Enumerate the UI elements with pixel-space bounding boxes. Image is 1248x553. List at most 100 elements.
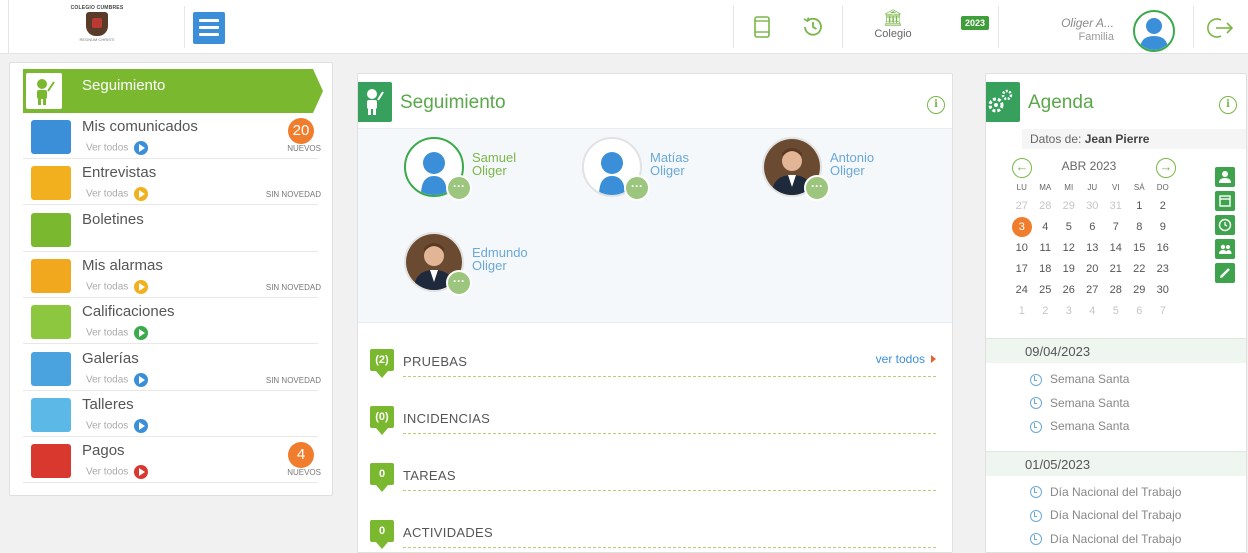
summary-row-incidencias[interactable]: (0) INCIDENCIAS xyxy=(370,399,936,439)
sidebar-item-talleres[interactable]: Talleres Ver todos xyxy=(23,391,318,437)
sidebar-item-sublink[interactable]: Ver todas xyxy=(86,326,149,341)
chat-icon[interactable]: ··· xyxy=(446,270,472,296)
next-month-button[interactable]: → xyxy=(1156,158,1176,178)
tablet-icon[interactable] xyxy=(749,14,775,40)
calendar-day[interactable]: 9 xyxy=(1151,217,1175,238)
sidebar-item-sublink[interactable]: Ver todos xyxy=(86,418,149,433)
info-icon[interactable]: i xyxy=(1219,96,1237,114)
sidebar-item-mis-comunicados[interactable]: Mis comunicados Ver todos NUEVOS 20 xyxy=(23,113,321,159)
year-badge[interactable]: 2023 xyxy=(961,16,990,30)
calendar-button[interactable] xyxy=(1215,191,1235,211)
agenda-event[interactable]: Día Nacional del Trabajo xyxy=(1030,529,1181,549)
calendar-day[interactable]: 5 xyxy=(1104,301,1128,322)
sidebar-item-sublink[interactable]: Ver todos xyxy=(86,141,149,155)
sidebar-item-sublink[interactable]: Ver todas xyxy=(86,187,149,202)
calendar-day[interactable]: 29 xyxy=(1128,280,1152,301)
group-button[interactable] xyxy=(1215,239,1235,259)
calendar-day[interactable]: 4 xyxy=(1034,217,1058,238)
sidebar-item-mis-alarmas[interactable]: Mis alarmas Ver todas SIN NOVEDAD xyxy=(23,252,321,298)
child-name[interactable]: Samuel Oliger xyxy=(472,151,516,177)
calendar-day[interactable]: 27 xyxy=(1081,280,1105,301)
calendar-day[interactable]: 27 xyxy=(1010,196,1034,217)
sidebar-item-sublink[interactable]: Ver todas xyxy=(86,279,149,294)
calendar-day[interactable]: 21 xyxy=(1104,259,1128,280)
school-logo[interactable]: COLEGIO CUMBRES REGNUM CHRISTI xyxy=(70,5,124,49)
calendar-day[interactable]: 11 xyxy=(1034,238,1058,259)
calendar-day[interactable]: 16 xyxy=(1151,238,1175,259)
history-icon[interactable] xyxy=(800,14,826,40)
prev-month-button[interactable]: ← xyxy=(1012,158,1032,178)
sidebar-item-calificaciones[interactable]: Calificaciones Ver todas xyxy=(23,298,318,345)
calendar-day[interactable]: 8 xyxy=(1128,217,1152,238)
calendar-day[interactable]: 25 xyxy=(1034,280,1058,301)
sidebar-item-boletines[interactable]: Boletines xyxy=(23,206,318,252)
calendar-day[interactable]: 1 xyxy=(1010,301,1034,322)
calendar-day[interactable]: 14 xyxy=(1104,238,1128,259)
summary-row-pruebas[interactable]: (2) PRUEBAS ver todos xyxy=(370,342,936,382)
calendar-day[interactable]: 10 xyxy=(1010,238,1034,259)
sidebar-item-sublink[interactable]: Ver todos xyxy=(86,465,149,480)
agenda-panel: Agenda i Datos de: Jean Pierre ← ABR 202… xyxy=(985,73,1247,553)
event-label: Semana Santa xyxy=(1050,395,1130,410)
calendar-day[interactable]: 28 xyxy=(1034,196,1058,217)
chat-icon[interactable]: ··· xyxy=(446,175,472,201)
calendar-day[interactable]: 30 xyxy=(1151,280,1175,301)
agenda-event[interactable]: Día Nacional del Trabajo xyxy=(1030,482,1181,502)
calendar-day[interactable]: 15 xyxy=(1128,238,1152,259)
calendar-day[interactable]: 20 xyxy=(1081,259,1105,280)
calendar-day[interactable]: 29 xyxy=(1057,196,1081,217)
logout-icon[interactable] xyxy=(1206,16,1234,40)
info-icon[interactable]: i xyxy=(927,96,945,114)
child-card[interactable]: ··· Antonio Oliger xyxy=(762,137,922,207)
child-name[interactable]: Matías Oliger xyxy=(650,151,689,177)
agenda-event[interactable]: Semana Santa xyxy=(1030,393,1129,413)
calendar-day[interactable]: 2 xyxy=(1034,301,1058,322)
calendar-day[interactable]: 26 xyxy=(1057,280,1081,301)
agenda-event[interactable]: Semana Santa xyxy=(1030,369,1129,389)
chat-icon[interactable]: ··· xyxy=(804,175,830,201)
person-button[interactable] xyxy=(1215,167,1235,187)
calendar-day[interactable]: 22 xyxy=(1128,259,1152,280)
calendar-day[interactable]: 3 xyxy=(1057,301,1081,322)
calendar-day[interactable]: 2 xyxy=(1151,196,1175,217)
calendar-day[interactable]: 24 xyxy=(1010,280,1034,301)
calendar-day[interactable]: 12 xyxy=(1057,238,1081,259)
colegio-button[interactable]: 🏛 Colegio xyxy=(858,10,928,40)
chat-icon[interactable]: ··· xyxy=(624,175,650,201)
calendar-day[interactable]: 28 xyxy=(1104,280,1128,301)
pencil-button[interactable] xyxy=(1215,263,1235,283)
calendar-day[interactable]: 31 xyxy=(1104,196,1128,217)
ver-todos-link[interactable]: ver todos xyxy=(876,352,936,366)
child-card[interactable]: ··· Samuel Oliger xyxy=(404,137,564,207)
child-name[interactable]: Antonio Oliger xyxy=(830,151,874,177)
calendar-day[interactable]: 13 xyxy=(1081,238,1105,259)
calendar-day[interactable]: 6 xyxy=(1081,217,1105,238)
calendar-day[interactable]: 7 xyxy=(1151,301,1175,322)
calendar-day[interactable]: 5 xyxy=(1057,217,1081,238)
clock-button[interactable] xyxy=(1215,215,1235,235)
calendar-day[interactable]: 19 xyxy=(1057,259,1081,280)
sidebar-item-seguimiento[interactable]: Seguimiento xyxy=(23,69,323,113)
child-name[interactable]: Edmundo Oliger xyxy=(472,246,528,272)
summary-row-actividades[interactable]: 0 ACTIVIDADES xyxy=(370,513,936,552)
calendar-day[interactable]: 23 xyxy=(1151,259,1175,280)
agenda-event[interactable]: Día Nacional del Trabajo xyxy=(1030,505,1181,525)
calendar-day[interactable]: 17 xyxy=(1010,259,1034,280)
sidebar-item-pagos[interactable]: Pagos Ver todos NUEVOS 4 xyxy=(23,437,321,484)
child-card[interactable]: ··· Edmundo Oliger xyxy=(404,232,564,302)
calendar-day[interactable]: 7 xyxy=(1104,217,1128,238)
calendar-day-today[interactable]: 3 xyxy=(1010,217,1034,238)
summary-row-tareas[interactable]: 0 TAREAS xyxy=(370,456,936,496)
calendar-day[interactable]: 4 xyxy=(1081,301,1105,322)
calendar-day[interactable]: 6 xyxy=(1128,301,1152,322)
menu-button[interactable] xyxy=(193,12,225,44)
user-avatar[interactable] xyxy=(1133,10,1175,52)
sidebar-item-galer-as[interactable]: Galerías Ver todas SIN NOVEDAD xyxy=(23,345,321,391)
calendar-day[interactable]: 1 xyxy=(1128,196,1152,217)
sidebar-item-entrevistas[interactable]: Entrevistas Ver todas SIN NOVEDAD xyxy=(23,159,321,206)
calendar-day[interactable]: 18 xyxy=(1034,259,1058,280)
child-card[interactable]: ··· Matías Oliger xyxy=(582,137,742,207)
sidebar-item-sublink[interactable]: Ver todas xyxy=(86,372,149,387)
calendar-day[interactable]: 30 xyxy=(1081,196,1105,217)
agenda-event[interactable]: Semana Santa xyxy=(1030,416,1129,436)
